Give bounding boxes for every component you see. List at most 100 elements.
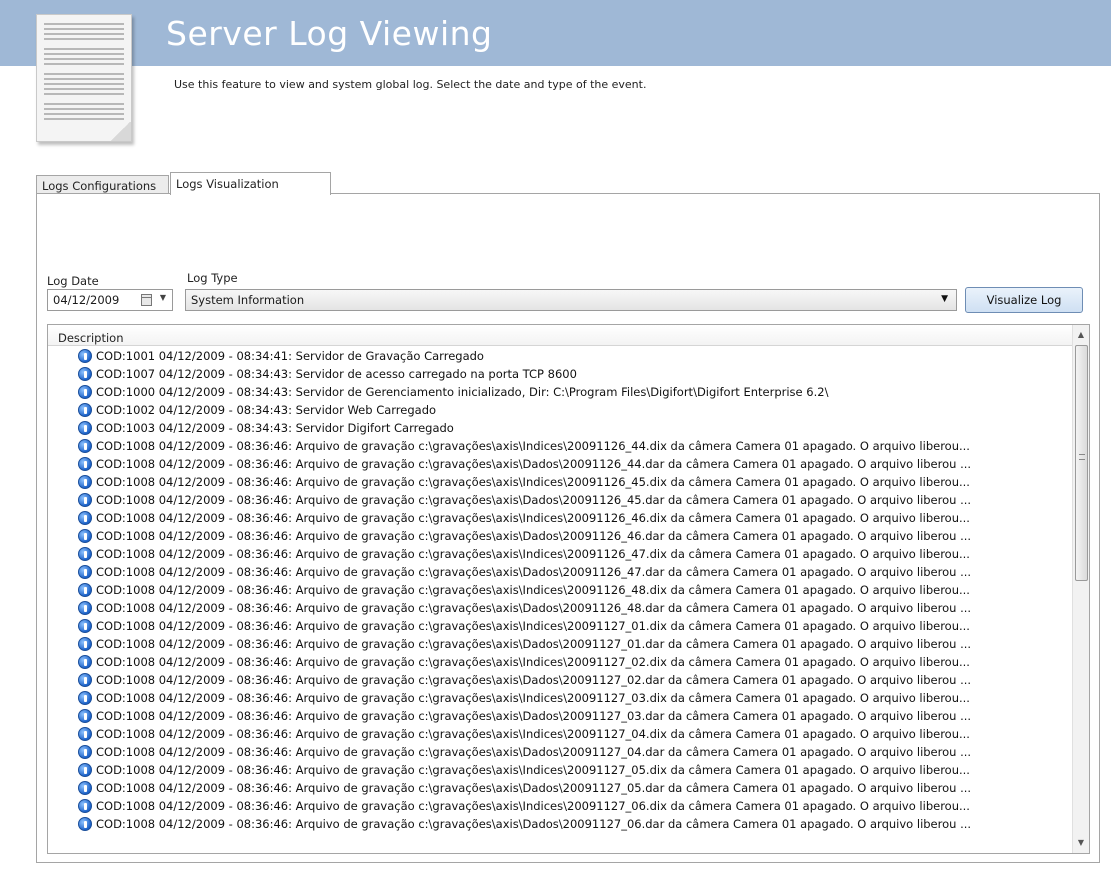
info-icon [78, 349, 92, 363]
info-icon [78, 367, 92, 381]
log-row-text: COD:1008 04/12/2009 - 08:36:46: Arquivo … [96, 781, 972, 795]
page-title: Server Log Viewing [166, 14, 493, 53]
log-row[interactable]: COD:1002 04/12/2009 - 08:34:43: Servidor… [48, 401, 1073, 419]
info-icon [78, 763, 92, 777]
tab-logs-configurations[interactable]: Logs Configurations [36, 175, 169, 194]
info-icon [78, 583, 92, 597]
tab-logs-visualization[interactable]: Logs Visualization [170, 172, 331, 195]
log-row-text: COD:1008 04/12/2009 - 08:36:46: Arquivo … [96, 565, 972, 579]
log-row[interactable]: COD:1008 04/12/2009 - 08:36:46: Arquivo … [48, 743, 1073, 761]
log-row[interactable]: COD:1008 04/12/2009 - 08:36:46: Arquivo … [48, 617, 1073, 635]
log-row-text: COD:1008 04/12/2009 - 08:36:46: Arquivo … [96, 799, 970, 813]
log-row[interactable]: COD:1008 04/12/2009 - 08:36:46: Arquivo … [48, 635, 1073, 653]
log-row[interactable]: COD:1001 04/12/2009 - 08:34:41: Servidor… [48, 347, 1073, 365]
info-icon [78, 727, 92, 741]
log-date-value: 04/12/2009 [53, 293, 120, 307]
log-list[interactable]: Description COD:1001 04/12/2009 - 08:34:… [47, 324, 1090, 854]
tab-panel: Log Date Log Type 04/12/2009 ▼ System In… [36, 193, 1100, 863]
scroll-thumb[interactable] [1075, 345, 1088, 581]
log-row-text: COD:1008 04/12/2009 - 08:36:46: Arquivo … [96, 475, 970, 489]
info-icon [78, 457, 92, 471]
log-row[interactable]: COD:1008 04/12/2009 - 08:36:46: Arquivo … [48, 473, 1073, 491]
log-row[interactable]: COD:1000 04/12/2009 - 08:34:43: Servidor… [48, 383, 1073, 401]
doc-line [44, 78, 124, 80]
log-row-text: COD:1008 04/12/2009 - 08:36:46: Arquivo … [96, 637, 972, 651]
doc-line [44, 113, 124, 115]
log-row[interactable]: COD:1008 04/12/2009 - 08:36:46: Arquivo … [48, 437, 1073, 455]
log-row[interactable]: COD:1003 04/12/2009 - 08:34:43: Servidor… [48, 419, 1073, 437]
info-icon [78, 673, 92, 687]
log-row[interactable]: COD:1008 04/12/2009 - 08:36:46: Arquivo … [48, 707, 1073, 725]
log-row[interactable]: COD:1008 04/12/2009 - 08:36:46: Arquivo … [48, 581, 1073, 599]
log-row[interactable]: COD:1008 04/12/2009 - 08:36:46: Arquivo … [48, 563, 1073, 581]
doc-line [44, 33, 124, 35]
log-row-text: COD:1003 04/12/2009 - 08:34:43: Servidor… [96, 421, 454, 435]
log-row[interactable]: COD:1008 04/12/2009 - 08:36:46: Arquivo … [48, 527, 1073, 545]
chevron-down-icon[interactable]: ▼ [941, 294, 948, 304]
log-row[interactable]: COD:1008 04/12/2009 - 08:36:46: Arquivo … [48, 779, 1073, 797]
log-row[interactable]: COD:1008 04/12/2009 - 08:36:46: Arquivo … [48, 491, 1073, 509]
doc-line [44, 88, 124, 90]
log-type-select[interactable]: System Information ▼ [185, 289, 957, 311]
log-row-text: COD:1008 04/12/2009 - 08:36:46: Arquivo … [96, 619, 970, 633]
doc-line [44, 63, 124, 65]
doc-line [44, 83, 124, 85]
log-row[interactable]: COD:1008 04/12/2009 - 08:36:46: Arquivo … [48, 815, 1073, 833]
log-row[interactable]: COD:1008 04/12/2009 - 08:36:46: Arquivo … [48, 455, 1073, 473]
doc-line [44, 53, 124, 55]
log-rows: COD:1001 04/12/2009 - 08:34:41: Servidor… [48, 347, 1073, 833]
info-icon [78, 781, 92, 795]
log-row-text: COD:1008 04/12/2009 - 08:36:46: Arquivo … [96, 493, 972, 507]
log-row-text: COD:1008 04/12/2009 - 08:36:46: Arquivo … [96, 655, 970, 669]
log-type-value: System Information [191, 293, 305, 307]
calendar-icon[interactable] [141, 294, 152, 306]
log-row-text: COD:1008 04/12/2009 - 08:36:46: Arquivo … [96, 583, 970, 597]
log-row-text: COD:1008 04/12/2009 - 08:36:46: Arquivo … [96, 745, 972, 759]
log-row-text: COD:1008 04/12/2009 - 08:36:46: Arquivo … [96, 673, 972, 687]
doc-line [44, 23, 124, 25]
description-column-header[interactable]: Description [48, 325, 1073, 346]
info-icon [78, 403, 92, 417]
scroll-up-arrow-icon[interactable]: ▲ [1073, 327, 1089, 343]
vertical-scrollbar[interactable]: ▲ ▼ [1072, 325, 1089, 853]
info-icon [78, 601, 92, 615]
info-icon [78, 817, 92, 831]
log-row[interactable]: COD:1008 04/12/2009 - 08:36:46: Arquivo … [48, 761, 1073, 779]
log-row-text: COD:1008 04/12/2009 - 08:36:46: Arquivo … [96, 511, 970, 525]
chevron-down-icon[interactable]: ▼ [160, 293, 166, 302]
doc-line [44, 73, 124, 75]
info-icon [78, 421, 92, 435]
log-row[interactable]: COD:1008 04/12/2009 - 08:36:46: Arquivo … [48, 725, 1073, 743]
info-icon [78, 493, 92, 507]
log-row[interactable]: COD:1007 04/12/2009 - 08:34:43: Servidor… [48, 365, 1073, 383]
log-row[interactable]: COD:1008 04/12/2009 - 08:36:46: Arquivo … [48, 671, 1073, 689]
log-row[interactable]: COD:1008 04/12/2009 - 08:36:46: Arquivo … [48, 545, 1073, 563]
log-row-text: COD:1008 04/12/2009 - 08:36:46: Arquivo … [96, 457, 972, 471]
info-icon [78, 799, 92, 813]
visualize-log-button[interactable]: Visualize Log [965, 287, 1083, 313]
scroll-down-arrow-icon[interactable]: ▼ [1073, 835, 1089, 851]
log-row-text: COD:1008 04/12/2009 - 08:36:46: Arquivo … [96, 529, 972, 543]
page-curl [108, 122, 131, 141]
doc-line [44, 38, 124, 40]
log-row[interactable]: COD:1008 04/12/2009 - 08:36:46: Arquivo … [48, 797, 1073, 815]
log-row[interactable]: COD:1008 04/12/2009 - 08:36:46: Arquivo … [48, 599, 1073, 617]
info-icon [78, 691, 92, 705]
log-date-field[interactable]: 04/12/2009 ▼ [47, 289, 173, 311]
log-row-text: COD:1001 04/12/2009 - 08:34:41: Servidor… [96, 349, 484, 363]
log-row[interactable]: COD:1008 04/12/2009 - 08:36:46: Arquivo … [48, 653, 1073, 671]
log-row-text: COD:1000 04/12/2009 - 08:34:43: Servidor… [96, 385, 829, 399]
doc-line [44, 58, 124, 60]
log-row[interactable]: COD:1008 04/12/2009 - 08:36:46: Arquivo … [48, 509, 1073, 527]
log-row[interactable]: COD:1008 04/12/2009 - 08:36:46: Arquivo … [48, 689, 1073, 707]
log-row-text: COD:1008 04/12/2009 - 08:36:46: Arquivo … [96, 727, 970, 741]
info-icon [78, 745, 92, 759]
info-icon [78, 565, 92, 579]
log-row-text: COD:1007 04/12/2009 - 08:34:43: Servidor… [96, 367, 577, 381]
info-icon [78, 637, 92, 651]
info-icon [78, 709, 92, 723]
log-row-text: COD:1008 04/12/2009 - 08:36:46: Arquivo … [96, 601, 972, 615]
info-icon [78, 511, 92, 525]
page-description: Use this feature to view and system glob… [174, 78, 647, 91]
log-date-label: Log Date [47, 274, 99, 288]
